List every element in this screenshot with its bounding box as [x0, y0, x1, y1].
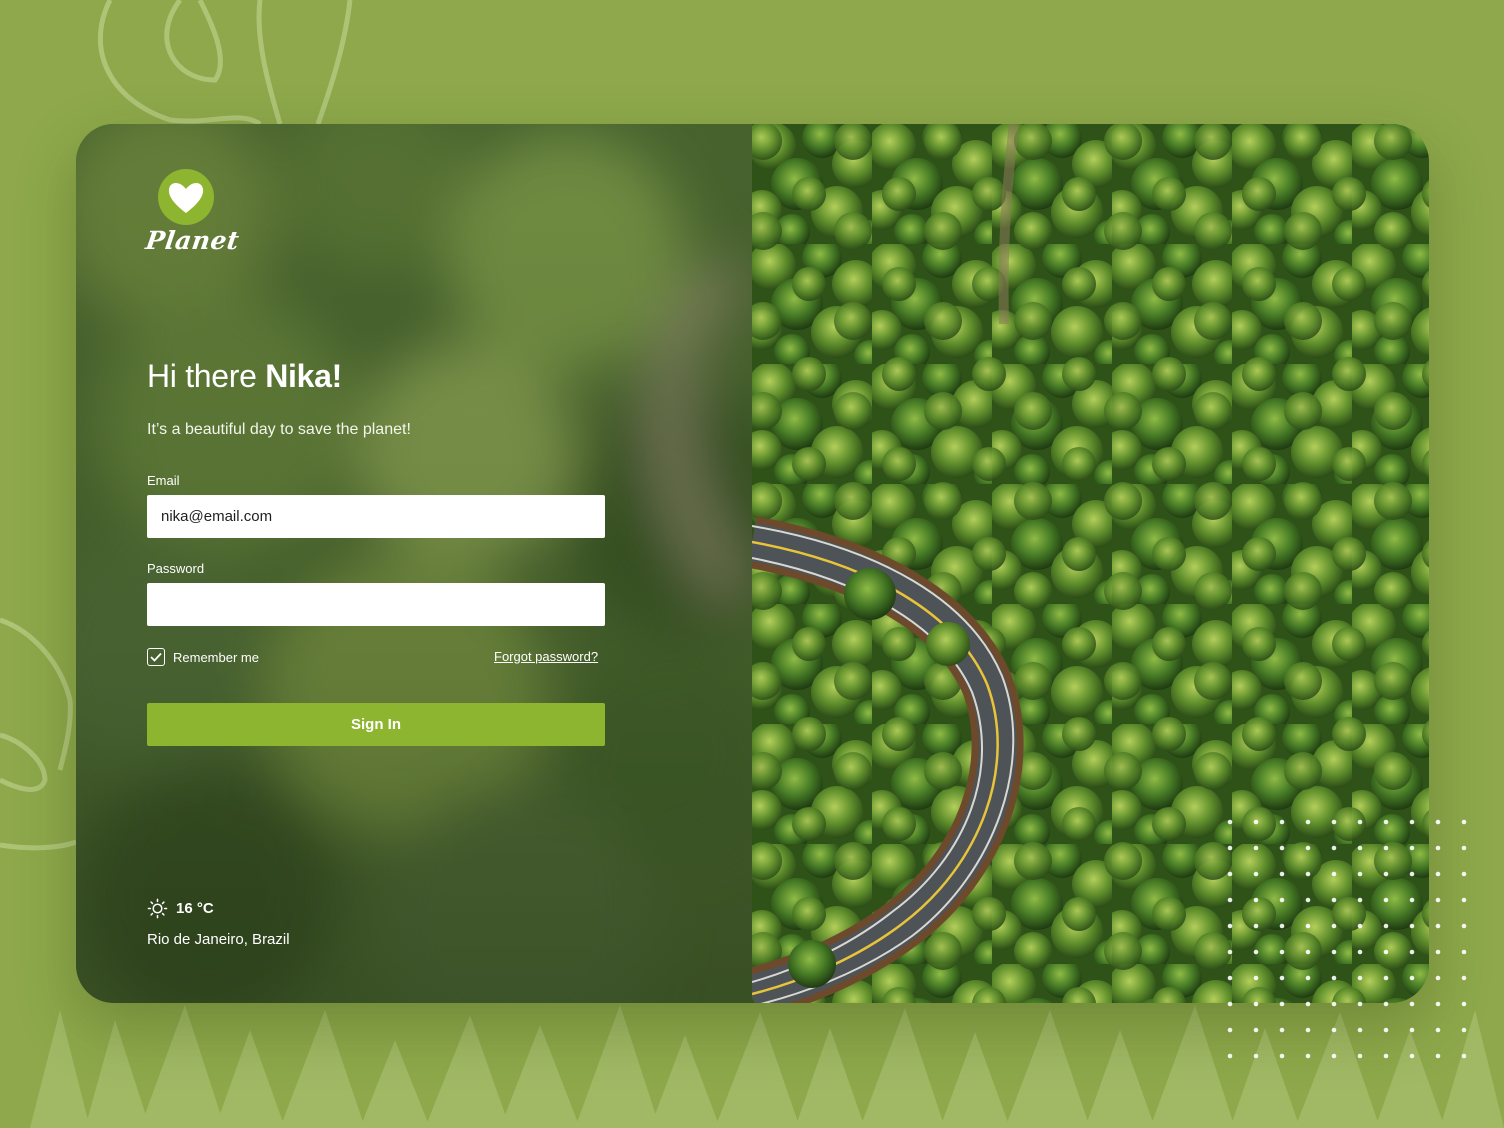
- greeting-subtitle: It’s a beautiful day to save the planet!: [147, 421, 411, 438]
- forgot-password-link[interactable]: Forgot password?: [494, 649, 598, 664]
- planet-logo: Planet: [143, 168, 242, 260]
- heart-logo-icon: [158, 169, 214, 225]
- aerial-forest-illustration: [752, 124, 1429, 1003]
- sign-in-button[interactable]: Sign In: [147, 703, 605, 746]
- password-label: Password: [147, 561, 205, 576]
- sun-icon: [147, 898, 168, 919]
- greeting-prefix: Hi there: [147, 358, 257, 394]
- checkbox-checked-icon[interactable]: [147, 648, 165, 666]
- email-field[interactable]: [147, 495, 605, 538]
- remember-me-checkbox[interactable]: Remember me: [147, 648, 259, 666]
- brand-name: Planet: [143, 226, 242, 255]
- weather-location: Rio de Janeiro, Brazil: [147, 931, 290, 948]
- remember-me-label: Remember me: [173, 649, 259, 665]
- greeting-name: Nika!: [265, 358, 343, 394]
- forest-road-image: [752, 124, 1429, 1003]
- page-title: Hi there Nika!: [147, 358, 342, 395]
- login-panel: Planet Hi there Nika! It’s a beautiful d…: [76, 124, 752, 1003]
- login-card: Planet Hi there Nika! It’s a beautiful d…: [76, 124, 1429, 1003]
- temperature: 16 °C: [176, 900, 214, 917]
- weather-widget: 16 °C Rio de Janeiro, Brazil: [147, 898, 290, 948]
- email-label: Email: [147, 473, 180, 488]
- password-field[interactable]: [147, 583, 605, 626]
